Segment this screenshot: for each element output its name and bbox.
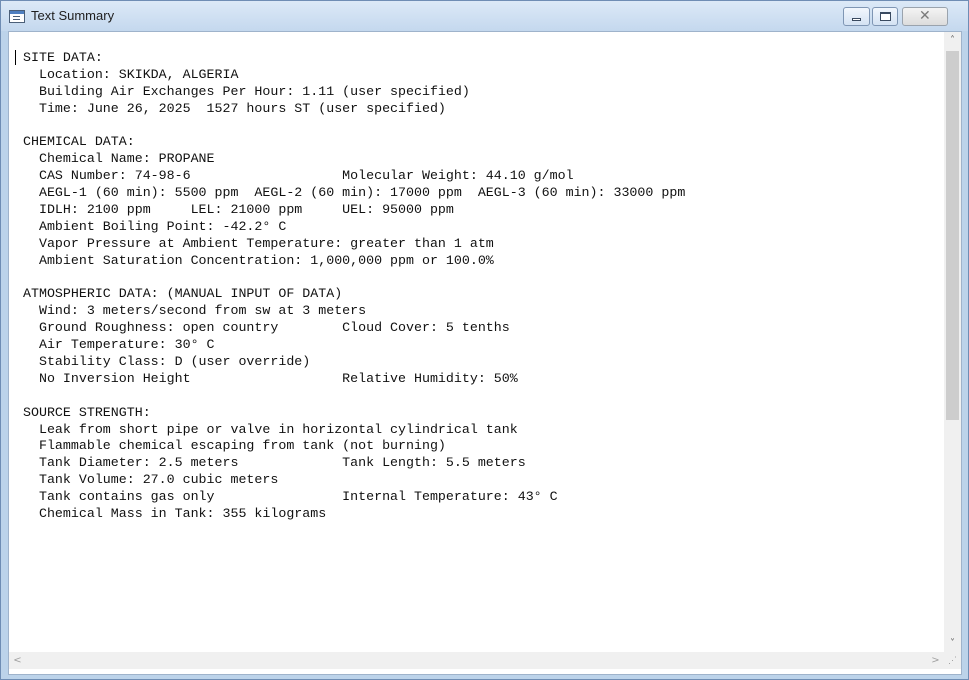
text-line <box>23 388 685 405</box>
text-line: Ambient Saturation Concentration: 1,000,… <box>23 252 494 268</box>
text-line: Tank contains gas only Internal Temperat… <box>23 489 558 505</box>
text-line: Ambient Boiling Point: -42.2° C <box>23 218 287 234</box>
summary-client-area: SITE DATA: Location: SKIKDA, ALGERIA Bui… <box>8 31 962 675</box>
text-window-icon[interactable] <box>9 10 25 23</box>
scroll-left-icon[interactable]: < <box>9 652 26 669</box>
text-line: No Inversion Height Relative Humidity: 5… <box>23 370 518 386</box>
size-grip-icon[interactable]: ⋰ <box>944 652 961 669</box>
text-line: Location: SKIKDA, ALGERIA <box>23 66 239 82</box>
text-line: Time: June 26, 2025 1527 hours ST (user … <box>23 100 446 116</box>
summary-text: SITE DATA: Location: SKIKDA, ALGERIA Bui… <box>23 50 685 523</box>
text-summary-window: Text Summary ✕ SITE DATA: Location: SKIK… <box>0 0 969 680</box>
text-line: Leak from short pipe or valve in horizon… <box>23 421 518 437</box>
close-button[interactable]: ✕ <box>902 7 948 26</box>
summary-text-area[interactable]: SITE DATA: Location: SKIKDA, ALGERIA Bui… <box>9 32 944 652</box>
window-title: Text Summary <box>31 8 115 23</box>
horizontal-scrollbar[interactable]: < > <box>9 652 944 669</box>
text-line: Flammable chemical escaping from tank (n… <box>23 438 446 454</box>
minimize-icon <box>852 18 861 21</box>
text-line: Chemical Name: PROPANE <box>23 151 215 167</box>
text-line: Air Temperature: 30° C <box>23 337 215 353</box>
text-line: Building Air Exchanges Per Hour: 1.11 (u… <box>23 83 470 99</box>
title-bar[interactable]: Text Summary ✕ <box>1 1 968 31</box>
text-line: IDLH: 2100 ppm LEL: 21000 ppm UEL: 95000… <box>23 202 454 218</box>
minimize-button[interactable] <box>843 7 870 26</box>
text-line: Chemical Mass in Tank: 355 kilograms <box>23 506 327 522</box>
text-line: AEGL-1 (60 min): 5500 ppm AEGL-2 (60 min… <box>23 185 686 201</box>
text-line: Stability Class: D (user override) <box>23 354 311 370</box>
text-line: Tank Volume: 27.0 cubic meters <box>23 472 279 488</box>
close-icon: ✕ <box>919 8 931 24</box>
text-caret <box>15 50 16 65</box>
scroll-up-icon[interactable]: ˄ <box>944 32 961 49</box>
vertical-scrollbar[interactable]: ˄ ˅ <box>944 32 961 652</box>
scroll-down-icon[interactable]: ˅ <box>944 635 961 652</box>
maximize-button[interactable] <box>872 7 898 26</box>
vertical-scroll-thumb[interactable] <box>946 51 959 420</box>
text-line: ATMOSPHERIC DATA: (MANUAL INPUT OF DATA) <box>23 286 343 302</box>
text-line: CAS Number: 74-98-6 Molecular Weight: 44… <box>23 168 574 184</box>
text-line: Ground Roughness: open country Cloud Cov… <box>23 320 510 336</box>
text-line <box>23 270 685 287</box>
text-line: SITE DATA: <box>23 50 103 65</box>
text-line: Vapor Pressure at Ambient Temperature: g… <box>23 235 494 251</box>
text-line: Tank Diameter: 2.5 meters Tank Length: 5… <box>23 455 526 471</box>
maximize-icon <box>880 12 891 21</box>
scroll-right-icon[interactable]: > <box>927 652 944 669</box>
text-line: Wind: 3 meters/second from sw at 3 meter… <box>23 303 367 319</box>
text-line: SOURCE STRENGTH: <box>23 404 151 420</box>
text-line <box>23 118 685 135</box>
text-line: CHEMICAL DATA: <box>23 134 135 150</box>
